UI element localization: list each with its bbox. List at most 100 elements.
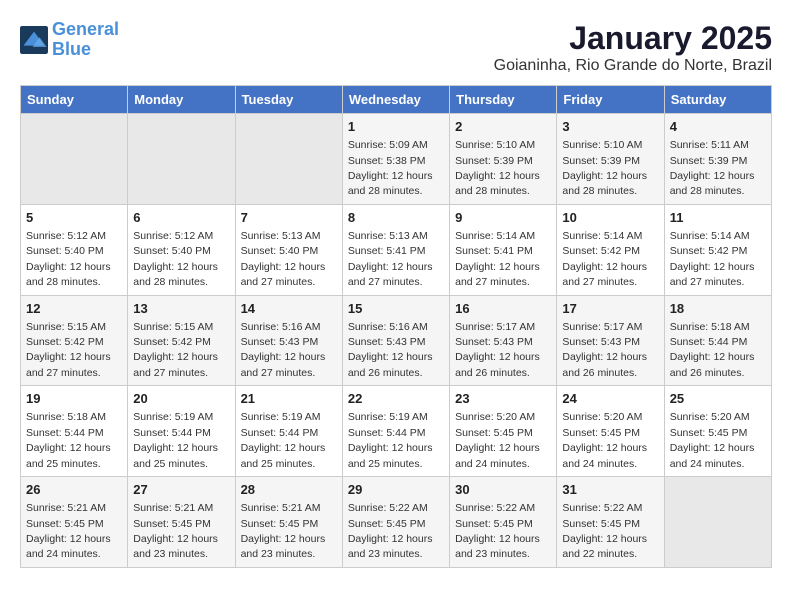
calendar-cell: 21Sunrise: 5:19 AM Sunset: 5:44 PM Dayli… bbox=[235, 386, 342, 477]
calendar-cell bbox=[128, 114, 235, 205]
day-number: 13 bbox=[133, 300, 229, 318]
day-info: Sunrise: 5:21 AM Sunset: 5:45 PM Dayligh… bbox=[133, 502, 218, 560]
day-info: Sunrise: 5:17 AM Sunset: 5:43 PM Dayligh… bbox=[562, 321, 647, 379]
day-info: Sunrise: 5:21 AM Sunset: 5:45 PM Dayligh… bbox=[26, 502, 111, 560]
calendar-week-4: 19Sunrise: 5:18 AM Sunset: 5:44 PM Dayli… bbox=[21, 386, 772, 477]
day-number: 3 bbox=[562, 118, 658, 136]
logo-icon bbox=[20, 26, 48, 54]
logo: General Blue bbox=[20, 20, 119, 60]
day-number: 14 bbox=[241, 300, 337, 318]
calendar-cell: 2Sunrise: 5:10 AM Sunset: 5:39 PM Daylig… bbox=[450, 114, 557, 205]
day-number: 18 bbox=[670, 300, 766, 318]
calendar-week-2: 5Sunrise: 5:12 AM Sunset: 5:40 PM Daylig… bbox=[21, 204, 772, 295]
calendar-cell: 25 Sunrise: 5:20 AM Sunset: 5:45 PM Dayli… bbox=[664, 386, 771, 477]
day-info: Sunrise: 5:13 AM Sunset: 5:41 PM Dayligh… bbox=[348, 230, 433, 288]
page-header: General Blue January 2025 Goianinha, Rio… bbox=[20, 20, 772, 75]
day-number: 20 bbox=[133, 390, 229, 408]
calendar-cell: 19Sunrise: 5:18 AM Sunset: 5:44 PM Dayli… bbox=[21, 386, 128, 477]
calendar-cell: 29 Sunrise: 5:22 AM Sunset: 5:45 PM Dayli… bbox=[342, 477, 449, 568]
calendar-cell: 17 Sunrise: 5:17 AM Sunset: 5:43 PM Dayli… bbox=[557, 295, 664, 386]
col-header-tuesday: Tuesday bbox=[235, 86, 342, 114]
day-number: 28 bbox=[241, 481, 337, 499]
day-number: 31 bbox=[562, 481, 658, 499]
day-info: Sunrise: 5:19 AM Sunset: 5:44 PM Dayligh… bbox=[133, 411, 218, 469]
day-info: Sunrise: 5:12 AM Sunset: 5:40 PM Dayligh… bbox=[26, 230, 111, 288]
calendar-cell: 8 Sunrise: 5:13 AM Sunset: 5:41 PM Daylig… bbox=[342, 204, 449, 295]
day-info: Sunrise: 5:11 AM Sunset: 5:39 PM Dayligh… bbox=[670, 139, 755, 197]
day-info: Sunrise: 5:10 AM Sunset: 5:39 PM Dayligh… bbox=[455, 139, 540, 197]
day-info: Sunrise: 5:22 AM Sunset: 5:45 PM Dayligh… bbox=[562, 502, 647, 560]
calendar-cell: 9 Sunrise: 5:14 AM Sunset: 5:41 PM Daylig… bbox=[450, 204, 557, 295]
calendar-cell: 13 Sunrise: 5:15 AM Sunset: 5:42 PM Dayli… bbox=[128, 295, 235, 386]
calendar-body: 1Sunrise: 5:09 AM Sunset: 5:38 PM Daylig… bbox=[21, 114, 772, 568]
day-number: 15 bbox=[348, 300, 444, 318]
day-info: Sunrise: 5:13 AM Sunset: 5:40 PM Dayligh… bbox=[241, 230, 326, 288]
calendar-week-1: 1Sunrise: 5:09 AM Sunset: 5:38 PM Daylig… bbox=[21, 114, 772, 205]
title-block: January 2025 Goianinha, Rio Grande do No… bbox=[494, 20, 772, 75]
day-number: 12 bbox=[26, 300, 122, 318]
day-info: Sunrise: 5:21 AM Sunset: 5:45 PM Dayligh… bbox=[241, 502, 326, 560]
day-number: 10 bbox=[562, 209, 658, 227]
calendar-cell: 7 Sunrise: 5:13 AM Sunset: 5:40 PM Daylig… bbox=[235, 204, 342, 295]
logo-blue: Blue bbox=[52, 39, 91, 59]
calendar-cell: 23 Sunrise: 5:20 AM Sunset: 5:45 PM Dayli… bbox=[450, 386, 557, 477]
col-header-friday: Friday bbox=[557, 86, 664, 114]
calendar-cell: 5Sunrise: 5:12 AM Sunset: 5:40 PM Daylig… bbox=[21, 204, 128, 295]
day-number: 23 bbox=[455, 390, 551, 408]
calendar-cell: 12 Sunrise: 5:15 AM Sunset: 5:42 PM Dayli… bbox=[21, 295, 128, 386]
day-info: Sunrise: 5:20 AM Sunset: 5:45 PM Dayligh… bbox=[670, 411, 755, 469]
day-number: 26 bbox=[26, 481, 122, 499]
day-number: 29 bbox=[348, 481, 444, 499]
day-number: 11 bbox=[670, 209, 766, 227]
day-info: Sunrise: 5:22 AM Sunset: 5:45 PM Dayligh… bbox=[348, 502, 433, 560]
day-info: Sunrise: 5:15 AM Sunset: 5:42 PM Dayligh… bbox=[26, 321, 111, 379]
calendar-cell: 3 Sunrise: 5:10 AM Sunset: 5:39 PM Daylig… bbox=[557, 114, 664, 205]
day-number: 16 bbox=[455, 300, 551, 318]
day-info: Sunrise: 5:19 AM Sunset: 5:44 PM Dayligh… bbox=[348, 411, 433, 469]
logo-general: General bbox=[52, 19, 119, 39]
day-number: 17 bbox=[562, 300, 658, 318]
day-number: 25 bbox=[670, 390, 766, 408]
col-header-monday: Monday bbox=[128, 86, 235, 114]
day-number: 6 bbox=[133, 209, 229, 227]
calendar-cell: 24 Sunrise: 5:20 AM Sunset: 5:45 PM Dayli… bbox=[557, 386, 664, 477]
day-info: Sunrise: 5:10 AM Sunset: 5:39 PM Dayligh… bbox=[562, 139, 647, 197]
calendar-cell: 26 Sunrise: 5:21 AM Sunset: 5:45 PM Dayli… bbox=[21, 477, 128, 568]
day-info: Sunrise: 5:22 AM Sunset: 5:45 PM Dayligh… bbox=[455, 502, 540, 560]
col-header-wednesday: Wednesday bbox=[342, 86, 449, 114]
calendar-cell bbox=[664, 477, 771, 568]
day-info: Sunrise: 5:14 AM Sunset: 5:42 PM Dayligh… bbox=[562, 230, 647, 288]
calendar-cell: 27 Sunrise: 5:21 AM Sunset: 5:45 PM Dayli… bbox=[128, 477, 235, 568]
day-info: Sunrise: 5:20 AM Sunset: 5:45 PM Dayligh… bbox=[562, 411, 647, 469]
calendar-cell: 11 Sunrise: 5:14 AM Sunset: 5:42 PM Dayli… bbox=[664, 204, 771, 295]
logo-text: General Blue bbox=[52, 20, 119, 60]
day-info: Sunrise: 5:14 AM Sunset: 5:42 PM Dayligh… bbox=[670, 230, 755, 288]
calendar-cell: 30 Sunrise: 5:22 AM Sunset: 5:45 PM Dayli… bbox=[450, 477, 557, 568]
calendar-header-row: SundayMondayTuesdayWednesdayThursdayFrid… bbox=[21, 86, 772, 114]
day-info: Sunrise: 5:14 AM Sunset: 5:41 PM Dayligh… bbox=[455, 230, 540, 288]
day-number: 7 bbox=[241, 209, 337, 227]
calendar-cell: 1Sunrise: 5:09 AM Sunset: 5:38 PM Daylig… bbox=[342, 114, 449, 205]
calendar-week-5: 26 Sunrise: 5:21 AM Sunset: 5:45 PM Dayli… bbox=[21, 477, 772, 568]
calendar-cell bbox=[21, 114, 128, 205]
day-info: Sunrise: 5:20 AM Sunset: 5:45 PM Dayligh… bbox=[455, 411, 540, 469]
calendar-cell: 31 Sunrise: 5:22 AM Sunset: 5:45 PM Dayli… bbox=[557, 477, 664, 568]
calendar-cell: 28 Sunrise: 5:21 AM Sunset: 5:45 PM Dayli… bbox=[235, 477, 342, 568]
day-info: Sunrise: 5:19 AM Sunset: 5:44 PM Dayligh… bbox=[241, 411, 326, 469]
calendar-cell: 15Sunrise: 5:16 AM Sunset: 5:43 PM Dayli… bbox=[342, 295, 449, 386]
day-number: 8 bbox=[348, 209, 444, 227]
day-info: Sunrise: 5:18 AM Sunset: 5:44 PM Dayligh… bbox=[670, 321, 755, 379]
day-number: 27 bbox=[133, 481, 229, 499]
day-info: Sunrise: 5:15 AM Sunset: 5:42 PM Dayligh… bbox=[133, 321, 218, 379]
day-number: 9 bbox=[455, 209, 551, 227]
day-info: Sunrise: 5:17 AM Sunset: 5:43 PM Dayligh… bbox=[455, 321, 540, 379]
calendar-cell: 14Sunrise: 5:16 AM Sunset: 5:43 PM Dayli… bbox=[235, 295, 342, 386]
calendar-table: SundayMondayTuesdayWednesdayThursdayFrid… bbox=[20, 85, 772, 568]
day-info: Sunrise: 5:12 AM Sunset: 5:40 PM Dayligh… bbox=[133, 230, 218, 288]
calendar-week-3: 12 Sunrise: 5:15 AM Sunset: 5:42 PM Dayli… bbox=[21, 295, 772, 386]
calendar-cell: 6 Sunrise: 5:12 AM Sunset: 5:40 PM Daylig… bbox=[128, 204, 235, 295]
day-number: 24 bbox=[562, 390, 658, 408]
day-number: 30 bbox=[455, 481, 551, 499]
day-number: 19 bbox=[26, 390, 122, 408]
day-number: 4 bbox=[670, 118, 766, 136]
